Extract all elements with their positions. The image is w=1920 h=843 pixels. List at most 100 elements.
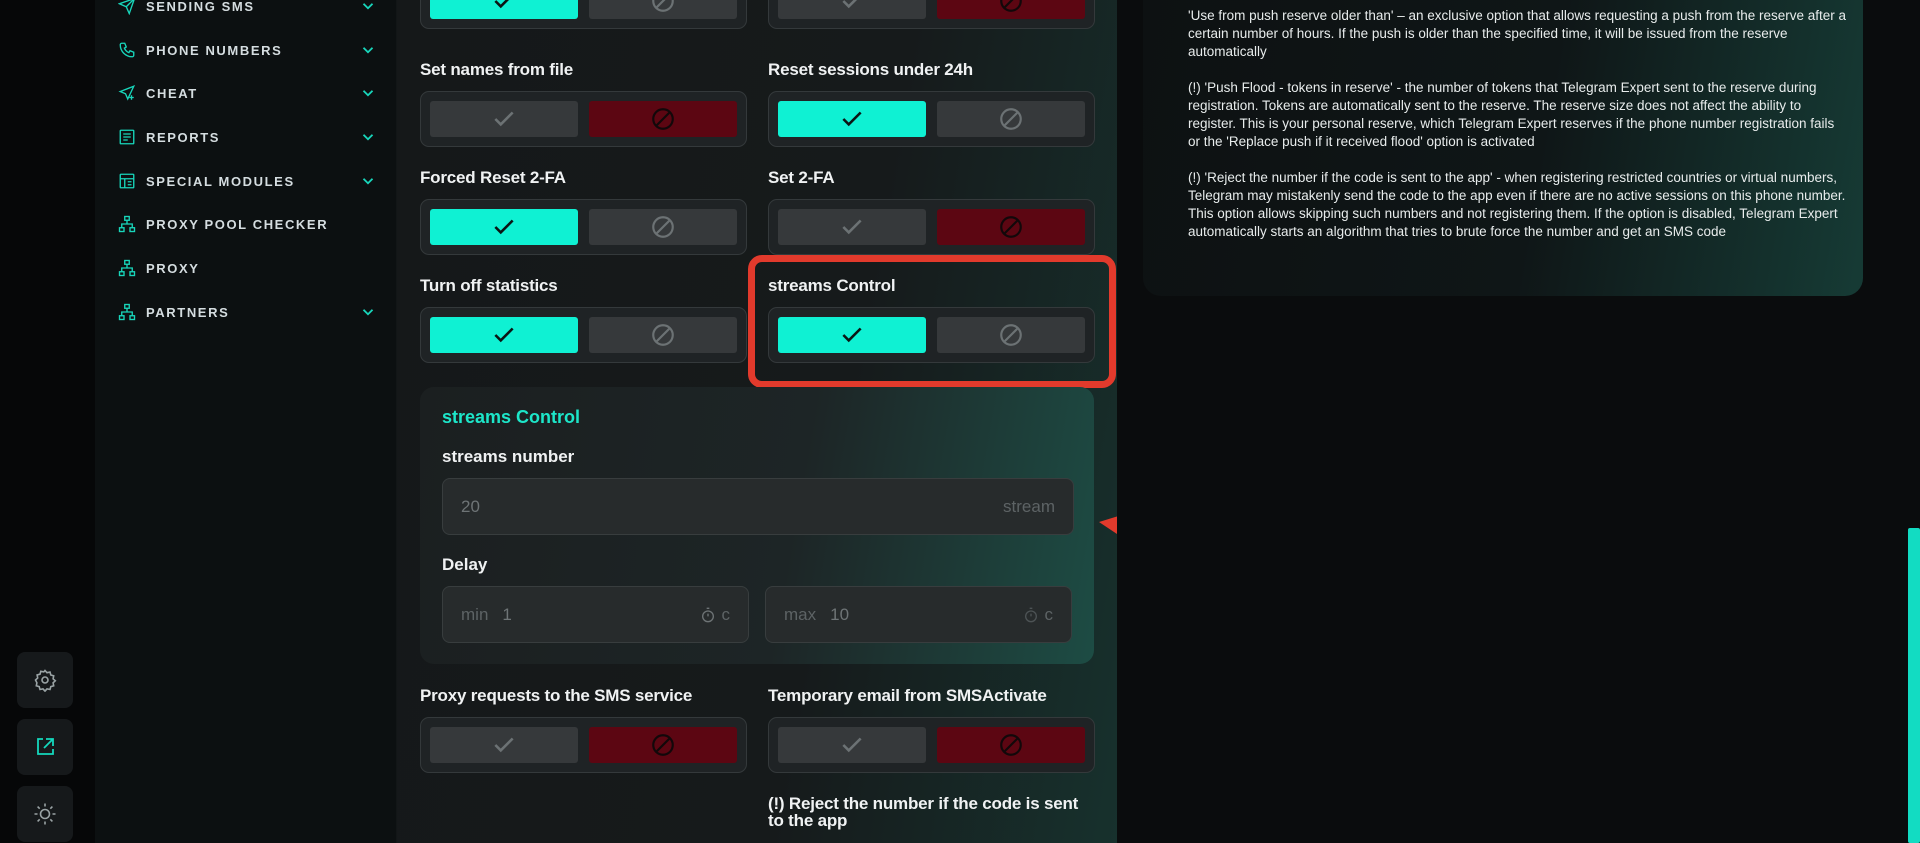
disable-button[interactable] bbox=[589, 101, 737, 137]
toggle-temp-email bbox=[768, 717, 1095, 773]
disabled-icon bbox=[1000, 216, 1022, 238]
chevron-down-icon[interactable] bbox=[359, 84, 377, 102]
option-label: Forced Reset 2-FA bbox=[420, 168, 566, 187]
settings-button[interactable] bbox=[17, 652, 73, 708]
option-label: Temporary email from SMSActivate bbox=[768, 686, 1047, 705]
enable-button[interactable] bbox=[430, 209, 578, 245]
enable-button[interactable] bbox=[778, 101, 926, 137]
sidebar-item-partners[interactable]: PARTNERS bbox=[117, 300, 377, 324]
option-label: Proxy requests to the SMS service bbox=[420, 686, 693, 705]
chevron-down-icon[interactable] bbox=[359, 303, 377, 321]
disabled-icon bbox=[652, 0, 674, 12]
disabled-icon bbox=[652, 324, 674, 346]
enable-button[interactable] bbox=[430, 727, 578, 763]
toggle-top-right bbox=[768, 0, 1095, 29]
enable-button[interactable] bbox=[430, 317, 578, 353]
paper-plane-icon bbox=[117, 0, 137, 16]
streams-number-input[interactable]: 20 stream bbox=[442, 478, 1074, 535]
sidebar-item-phone-numbers[interactable]: PHONE NUMBERS bbox=[117, 38, 377, 62]
disable-button[interactable] bbox=[937, 0, 1085, 19]
theme-toggle-button[interactable] bbox=[17, 786, 73, 842]
chevron-down-icon[interactable] bbox=[359, 128, 377, 146]
check-icon bbox=[494, 111, 514, 127]
delay-label: Delay bbox=[442, 555, 488, 574]
toggle-set-names bbox=[420, 91, 747, 147]
sidebar-item-cheat[interactable]: CHEAT bbox=[117, 81, 377, 105]
sidebar-item-label: PROXY bbox=[146, 260, 200, 276]
sidebar-item-reports[interactable]: REPORTS bbox=[117, 125, 377, 149]
info-paragraph: 'Use from push reserve older than' – an … bbox=[1188, 8, 1846, 59]
option-label: Reset sessions under 24h bbox=[768, 60, 973, 79]
external-link-button[interactable] bbox=[17, 719, 73, 775]
streams-control-panel: streams Control streams number 20 stream… bbox=[420, 387, 1094, 664]
network-icon bbox=[117, 214, 137, 234]
toggle-proxy-requests bbox=[420, 717, 747, 773]
annotation-highlight-box bbox=[748, 255, 1116, 388]
option-label: (!) Reject the number if the code is sen… bbox=[768, 794, 1079, 830]
sidebar-item-special-modules[interactable]: SPECIAL MODULES bbox=[117, 169, 377, 193]
streams-control-title: streams Control bbox=[442, 407, 581, 427]
delay-min-prefix: min bbox=[461, 604, 489, 624]
delay-unit: c bbox=[1044, 604, 1054, 624]
enable-button[interactable] bbox=[778, 209, 926, 245]
sidebar-item-proxy[interactable]: PROXY bbox=[117, 256, 377, 280]
enable-button[interactable] bbox=[430, 0, 578, 19]
enable-button[interactable] bbox=[778, 0, 926, 19]
disabled-icon bbox=[652, 216, 674, 238]
option-label: Turn off statistics bbox=[420, 276, 558, 295]
icon-rail bbox=[0, 0, 95, 843]
toggle-top-left bbox=[420, 0, 747, 29]
info-paragraph: (!) 'Reject the number if the code is se… bbox=[1188, 170, 1846, 239]
streams-number-label: streams number bbox=[442, 447, 575, 466]
check-icon bbox=[842, 737, 862, 753]
option-label: Set names from file bbox=[420, 60, 574, 79]
chevron-down-icon[interactable] bbox=[359, 41, 377, 59]
sidebar: SENDING SMS PHONE NUMBERS CHEAT REPORTS … bbox=[95, 0, 397, 843]
sidebar-item-label: PARTNERS bbox=[146, 304, 230, 320]
disable-button[interactable] bbox=[937, 727, 1085, 763]
streams-unit: stream bbox=[1003, 496, 1055, 516]
disable-button[interactable] bbox=[937, 101, 1085, 137]
sidebar-item-label: REPORTS bbox=[146, 129, 221, 145]
check-icon bbox=[494, 219, 514, 235]
disabled-icon bbox=[652, 734, 674, 756]
network-icon bbox=[117, 258, 137, 278]
disable-button[interactable] bbox=[589, 317, 737, 353]
disable-button[interactable] bbox=[589, 0, 737, 19]
toggle-set-2fa bbox=[768, 199, 1095, 255]
check-icon bbox=[842, 111, 862, 127]
gear-icon bbox=[34, 669, 57, 692]
streams-number-value: 20 bbox=[461, 496, 480, 516]
enable-button[interactable] bbox=[430, 101, 578, 137]
check-icon bbox=[494, 0, 510, 9]
disable-button[interactable] bbox=[937, 209, 1085, 245]
sidebar-item-label: PROXY POOL CHECKER bbox=[146, 216, 329, 232]
disabled-icon bbox=[1000, 0, 1022, 12]
modules-icon bbox=[117, 171, 137, 191]
check-icon bbox=[494, 327, 514, 343]
scrollbar-thumb[interactable] bbox=[1908, 528, 1920, 843]
chevron-down-icon[interactable] bbox=[359, 172, 377, 190]
toggle-turn-off-statistics bbox=[420, 307, 747, 363]
chevron-down-icon[interactable] bbox=[359, 0, 377, 15]
theme-toggle-icon bbox=[34, 803, 56, 825]
disabled-icon bbox=[1000, 734, 1022, 756]
info-text: 'Use from push reserve older than' – an … bbox=[1188, 7, 1848, 259]
enable-button[interactable] bbox=[778, 727, 926, 763]
delay-max-input[interactable]: max 10 c bbox=[765, 586, 1072, 643]
disable-button[interactable] bbox=[589, 727, 737, 763]
delay-max-value: 10 bbox=[830, 604, 850, 624]
stopwatch-icon bbox=[1024, 607, 1037, 622]
disable-button[interactable] bbox=[589, 209, 737, 245]
toggle-reset-sessions bbox=[768, 91, 1095, 147]
sidebar-item-label: SPECIAL MODULES bbox=[146, 173, 295, 189]
delay-min-value: 1 bbox=[502, 604, 512, 624]
send-plus-icon bbox=[117, 83, 137, 103]
phone-icon bbox=[117, 40, 137, 60]
stopwatch-icon bbox=[701, 607, 714, 622]
delay-min-input[interactable]: min 1 c bbox=[442, 586, 749, 643]
sidebar-item-sending-sms[interactable]: SENDING SMS bbox=[117, 0, 377, 18]
toggle-forced-reset bbox=[420, 199, 747, 255]
sidebar-item-proxy-pool-checker[interactable]: PROXY POOL CHECKER bbox=[117, 212, 377, 236]
network-icon bbox=[117, 302, 137, 322]
